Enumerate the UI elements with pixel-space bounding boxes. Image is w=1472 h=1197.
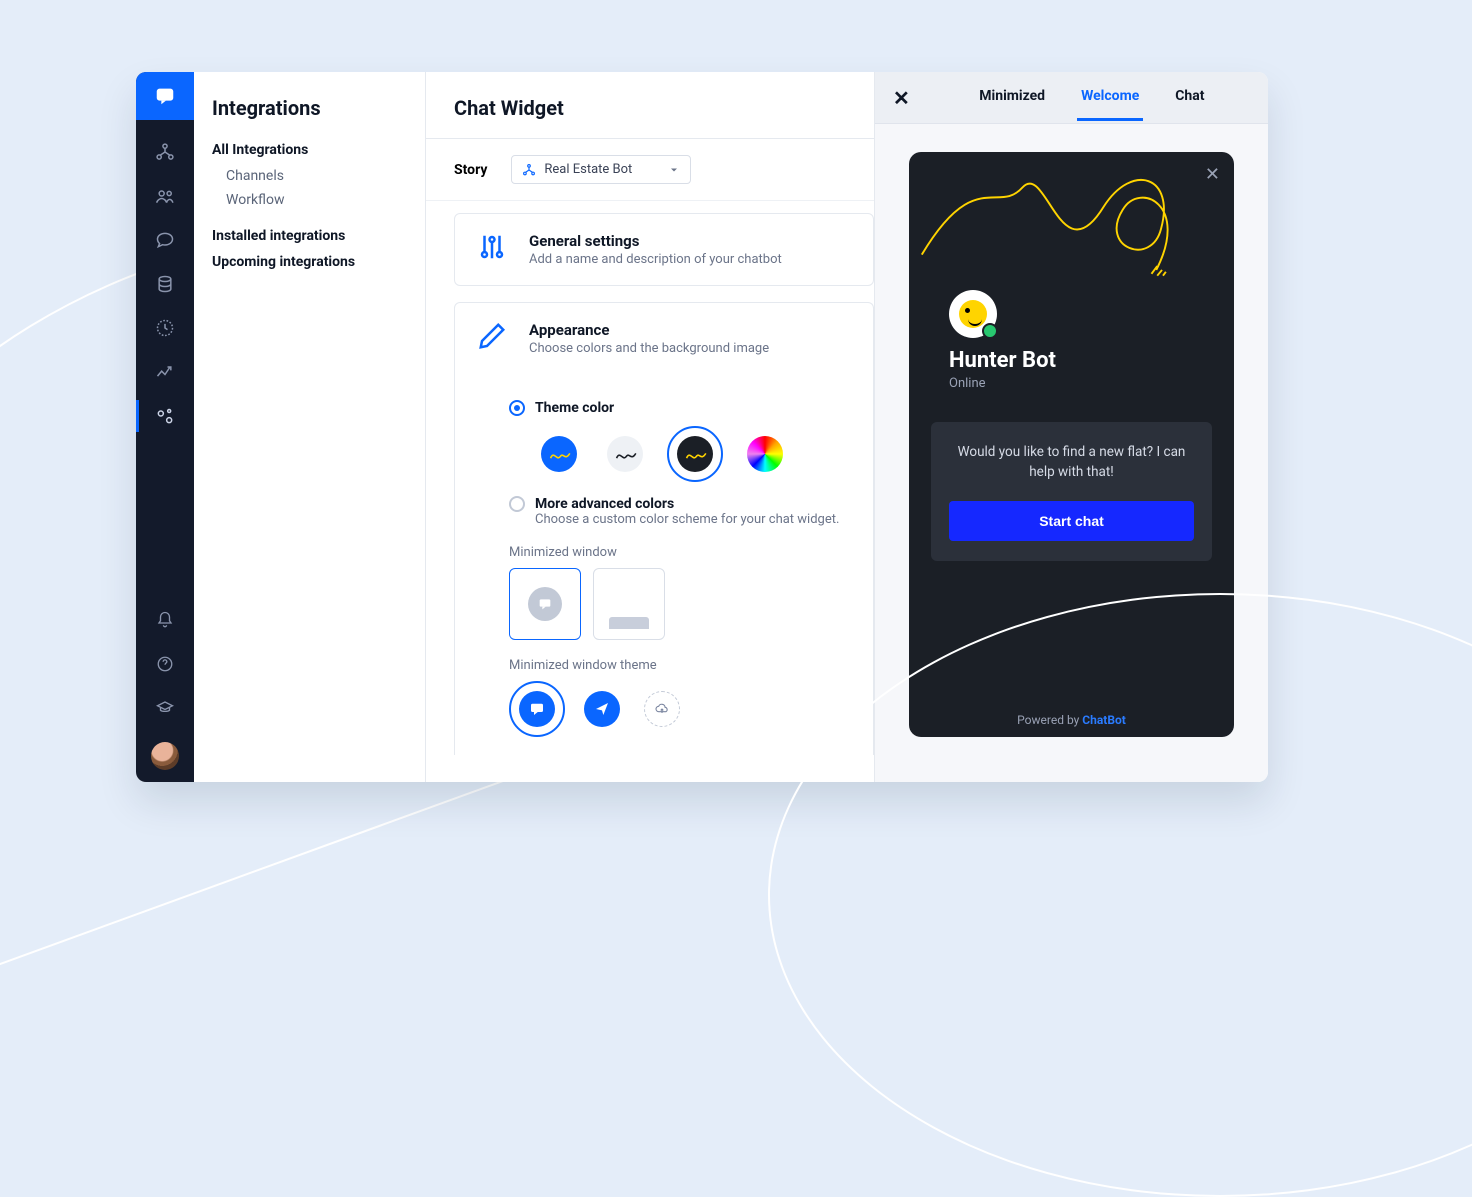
sliders-icon (477, 232, 509, 267)
advanced-colors-option[interactable]: More advanced colors (509, 496, 851, 512)
minimized-window-options (509, 568, 851, 640)
general-settings-desc: Add a name and description of your chatb… (529, 252, 782, 267)
rail-item-history[interactable] (136, 308, 194, 348)
preview-panel: ✕ Minimized Welcome Chat ✕ Hunter Bot On… (875, 72, 1268, 782)
theme-swatches (509, 416, 851, 490)
swatch-light[interactable] (601, 430, 649, 478)
chat-widget-preview: ✕ Hunter Bot Online Would you like to fi… (909, 152, 1234, 737)
min-theme-upload[interactable] (639, 686, 685, 732)
app-window: Integrations All Integrations Channels W… (136, 72, 1268, 782)
swatch-blue[interactable] (535, 430, 583, 478)
bot-welcome-card: Would you like to find a new flat? I can… (931, 422, 1212, 561)
tab-minimized[interactable]: Minimized (975, 74, 1049, 121)
card-general-settings[interactable]: General settings Add a name and descript… (454, 213, 874, 286)
rail-item-notifications[interactable] (136, 600, 194, 640)
advanced-colors-label: More advanced colors (535, 496, 674, 512)
sidebar-upcoming[interactable]: Upcoming integrations (212, 254, 407, 270)
rail-item-tree[interactable] (136, 132, 194, 172)
radio-unchecked-icon (509, 496, 525, 512)
appearance-title: Appearance (529, 321, 769, 339)
chevron-down-icon (668, 164, 680, 176)
tab-welcome[interactable]: Welcome (1077, 74, 1143, 121)
rail-item-learn[interactable] (136, 688, 194, 728)
sidebar-item-workflow[interactable]: Workflow (212, 188, 407, 212)
decorative-squiggle (917, 157, 1229, 291)
story-label: Story (454, 162, 487, 178)
general-settings-title: General settings (529, 232, 782, 250)
sidebar-title: Integrations (212, 96, 407, 120)
theme-color-label: Theme color (535, 400, 614, 416)
story-select[interactable]: Real Estate Bot (511, 155, 691, 184)
phone-wrap: ✕ Hunter Bot Online Would you like to fi… (875, 124, 1268, 782)
rail-bottom (136, 600, 194, 782)
sidebar-item-channels[interactable]: Channels (212, 164, 407, 188)
advanced-colors-desc: Choose a custom color scheme for your ch… (509, 512, 851, 527)
widget-close-icon[interactable]: ✕ (1205, 164, 1220, 185)
min-theme-chat[interactable] (509, 681, 565, 737)
rail-item-database[interactable] (136, 264, 194, 304)
pencil-icon (477, 321, 509, 356)
story-select-value: Real Estate Bot (544, 162, 632, 177)
preview-close-icon[interactable]: ✕ (887, 86, 916, 110)
tree-icon (522, 163, 536, 177)
minimized-theme-options (509, 681, 851, 737)
bot-status: Online (949, 376, 986, 391)
powered-prefix: Powered by (1017, 713, 1082, 727)
sidebar: Integrations All Integrations Channels W… (194, 72, 426, 782)
minimized-window-label: Minimized window (509, 545, 851, 560)
start-chat-button[interactable]: Start chat (949, 501, 1194, 541)
preview-tabs: ✕ Minimized Welcome Chat (875, 72, 1268, 124)
story-row: Story Real Estate Bot (426, 139, 874, 201)
main-header: Chat Widget (426, 72, 874, 139)
main-panel: Chat Widget Story Real Estate Bot Genera… (426, 72, 875, 782)
sidebar-all-integrations[interactable]: All Integrations (212, 142, 407, 158)
card-appearance: Appearance Choose colors and the backgro… (454, 302, 874, 755)
powered-by: Powered by ChatBot (909, 713, 1234, 727)
powered-brand[interactable]: ChatBot (1082, 713, 1126, 727)
bot-avatar (949, 290, 997, 338)
bot-welcome-message: Would you like to find a new flat? I can… (949, 442, 1194, 483)
rail-icons (136, 120, 194, 436)
min-window-bar[interactable] (593, 568, 665, 640)
bot-name: Hunter Bot (949, 348, 1056, 373)
theme-color-option[interactable]: Theme color (509, 400, 851, 416)
min-window-bubble[interactable] (509, 568, 581, 640)
cards-area: General settings Add a name and descript… (426, 201, 874, 755)
appearance-desc: Choose colors and the background image (529, 341, 769, 356)
min-theme-send[interactable] (579, 686, 625, 732)
page-title: Chat Widget (454, 96, 846, 120)
rail-item-people[interactable] (136, 176, 194, 216)
rail-item-analytics[interactable] (136, 352, 194, 392)
nav-rail (136, 72, 194, 782)
swatch-custom-color[interactable] (741, 430, 789, 478)
brand-logo[interactable] (136, 72, 194, 120)
tab-chat[interactable]: Chat (1171, 74, 1208, 121)
user-avatar[interactable] (151, 742, 179, 770)
rail-item-integrations[interactable] (136, 396, 194, 436)
sidebar-installed[interactable]: Installed integrations (212, 228, 407, 244)
rail-item-help[interactable] (136, 644, 194, 684)
minimized-window-theme-label: Minimized window theme (509, 658, 851, 673)
rail-item-chat[interactable] (136, 220, 194, 260)
swatch-dark[interactable] (667, 426, 723, 482)
radio-checked-icon (509, 400, 525, 416)
